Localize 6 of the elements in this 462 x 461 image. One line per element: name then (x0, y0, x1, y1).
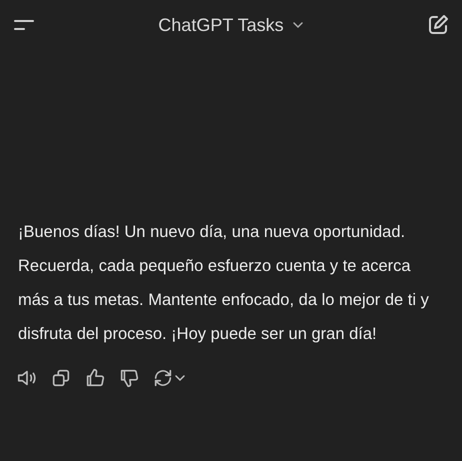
thumbs-up-icon (84, 367, 106, 389)
copy-icon (50, 367, 72, 389)
thumbs-down-icon (118, 367, 140, 389)
assistant-message: ¡Buenos días! Un nuevo día, una nueva oportunidad. Recuerda, cada pequeño esfuerzo cuenta y te acerca más a tus metas. Mantente enfocado, da lo mejor de ti y disfruta del proceso. ¡Hoy puede ser un gran día! (17, 222, 430, 345)
model-selector[interactable]: ChatGPT Tasks (152, 10, 310, 40)
refresh-icon (152, 367, 174, 389)
